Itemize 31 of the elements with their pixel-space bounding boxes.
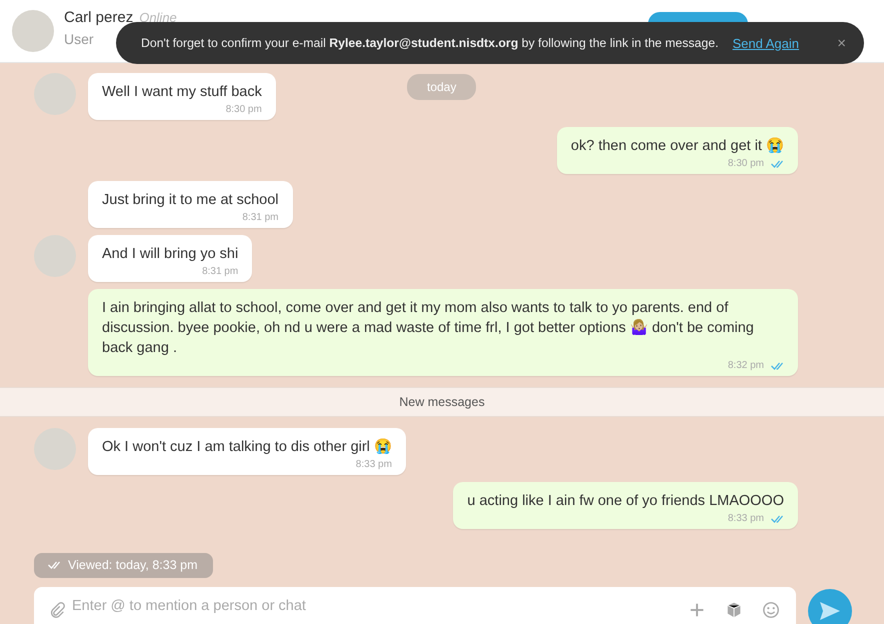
send-again-link[interactable]: Send Again	[732, 36, 800, 50]
message-time: 8:30 pm	[728, 158, 764, 170]
message-text: I ain bringing allat to school, come over and get it my mom also wants to talk to yo parents. end of discussion. byee pookie, oh nd u were a mad waste of time frl, I got better options 🤷🏼‍♀ don't be coming back gang .	[102, 299, 755, 358]
close-button[interactable]: ×	[831, 34, 852, 52]
cube-icon[interactable]	[725, 601, 743, 619]
smiley-icon[interactable]	[762, 601, 780, 619]
status-text: Online	[139, 10, 177, 25]
message-text: ok? then come over and get it 😭	[570, 136, 784, 156]
paperclip-icon[interactable]	[48, 601, 66, 619]
contact-name: Carl perez	[64, 9, 134, 26]
message-time: 8:30 pm	[226, 104, 262, 116]
message-text: u acting like I ain fw one of yo friends LMAOOOO	[467, 492, 784, 511]
plus-icon[interactable]	[688, 601, 706, 619]
message-time: 8:33 pm	[356, 459, 392, 471]
message-time: 8:33 pm	[728, 513, 764, 525]
message-text: And I will bring yo shi	[102, 245, 238, 264]
message-time: 8:31 pm	[202, 266, 238, 278]
viewed-text: Viewed: today, 8:33 pm	[68, 558, 198, 572]
send-icon	[819, 601, 841, 621]
message-time: 8:31 pm	[242, 212, 278, 224]
toast-message: Don't forget to confirm your e-mail Rylee.taylor@student.nisdtx.org by following the link in the message.	[141, 36, 718, 50]
message-field[interactable]: Enter @ to mention a person or chat	[34, 587, 796, 624]
send-button[interactable]	[808, 589, 852, 624]
message-text: Just bring it to me at school	[102, 191, 278, 210]
message-time: 8:32 pm	[728, 360, 764, 372]
date-badge: today	[407, 74, 476, 100]
message-text: Ok I won't cuz I am talking to dis other girl 😭	[102, 438, 392, 457]
avatar	[12, 10, 54, 52]
double-check-icon	[46, 560, 62, 570]
role-text: User	[64, 31, 94, 47]
message-text: Well I want my stuff back	[102, 83, 262, 102]
